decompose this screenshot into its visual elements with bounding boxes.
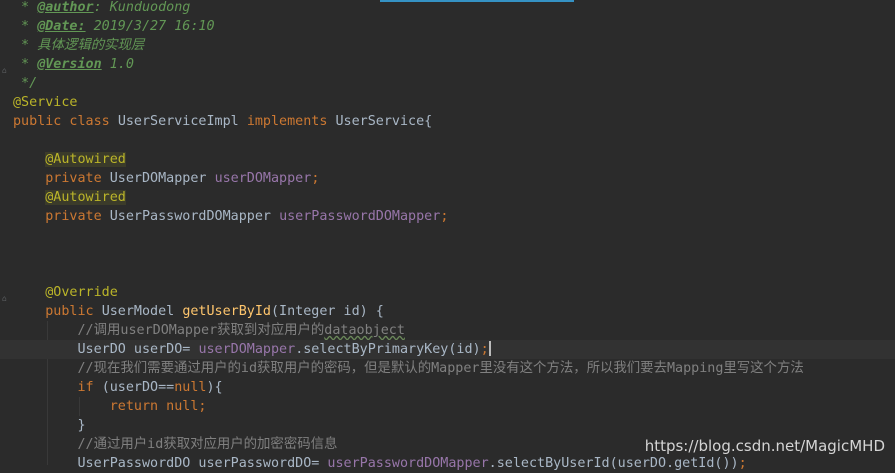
- code-token: getUserById: [182, 304, 271, 319]
- code-token: ;: [480, 342, 489, 357]
- code-token: UserModel: [101, 304, 183, 319]
- code-line[interactable]: * 具体逻辑的实现层: [0, 36, 895, 55]
- code-token: userDOMapper: [198, 342, 296, 357]
- code-token: *: [13, 57, 38, 72]
- code-token: (userDO==: [101, 380, 175, 395]
- code-line[interactable]: @Override: [0, 283, 895, 302]
- code-token: }: [13, 418, 86, 433]
- code-token: private: [13, 171, 110, 186]
- code-token: .selectByUserId(userDO.getId()): [488, 456, 739, 471]
- code-token: ){: [206, 380, 223, 395]
- code-token: ;: [738, 456, 747, 471]
- code-token: @Date:: [37, 19, 86, 34]
- code-token: :: [93, 0, 110, 15]
- code-token: userPasswordDOMapper: [279, 209, 441, 224]
- code-token: UserDOMapper: [109, 171, 215, 186]
- code-line[interactable]: public UserModel getUserById(Integer id)…: [0, 302, 895, 321]
- code-token: //通过用户id获取对应用户的加密密码信息: [13, 437, 338, 452]
- code-token: implements: [246, 114, 336, 129]
- code-line[interactable]: [0, 226, 895, 245]
- code-token: @Version: [37, 57, 102, 72]
- code-token: public: [13, 304, 102, 319]
- code-line[interactable]: if (userDO==null){: [0, 378, 895, 397]
- code-token: userDOMapper: [214, 171, 312, 186]
- code-line[interactable]: //调用userDOMapper获取到对应用户的dataobject: [0, 321, 895, 340]
- code-line[interactable]: [0, 264, 895, 283]
- code-line[interactable]: @Service: [0, 93, 895, 112]
- code-line[interactable]: return null;: [0, 397, 895, 416]
- code-token: Kunduodong: [109, 0, 191, 15]
- code-line[interactable]: * @Date: 2019/3/27 16:10: [0, 17, 895, 36]
- code-token: public class: [13, 114, 118, 129]
- code-line[interactable]: @Autowired: [0, 150, 895, 169]
- code-token: dataobject: [324, 323, 405, 338]
- code-token: 2019/3/27 16:10: [85, 19, 215, 34]
- code-token: ;: [311, 171, 320, 186]
- code-token: * 具体逻辑的实现层: [13, 38, 145, 53]
- code-line[interactable]: * @author: Kunduodong: [0, 0, 895, 17]
- code-line[interactable]: [0, 245, 895, 264]
- code-token: *: [13, 19, 38, 34]
- code-editor[interactable]: ⌂ ⌂ * @author: Kunduodong * @Date: 2019/…: [0, 0, 895, 471]
- code-token: @Override: [45, 285, 118, 300]
- code-token: UserService{: [335, 114, 433, 129]
- code-token: ;: [440, 209, 449, 224]
- code-line[interactable]: private UserDOMapper userDOMapper;: [0, 169, 895, 188]
- code-token: private: [13, 209, 110, 224]
- code-token: UserPasswordDOMapper: [109, 209, 280, 224]
- code-token: (Integer id) {: [271, 304, 384, 319]
- code-token: @author: [37, 0, 94, 15]
- code-token: null: [174, 380, 207, 395]
- code-token: //现在我们需要通过用户的id获取用户的密码，但是默认的Mapper里没有这个方…: [13, 361, 804, 376]
- code-line[interactable]: */: [0, 74, 895, 93]
- code-line[interactable]: UserPasswordDO userPasswordDO= userPassw…: [0, 454, 895, 473]
- code-line[interactable]: UserDO userDO= userDOMapper.selectByPrim…: [0, 340, 895, 359]
- code-token: UserPasswordDO userPasswordDO=: [13, 456, 328, 471]
- code-line[interactable]: * @Version 1.0: [0, 55, 895, 74]
- code-token: *: [13, 0, 38, 15]
- code-token: @Autowired: [45, 190, 126, 205]
- watermark-text: https://blog.csdn.net/MagicMHD: [644, 437, 885, 455]
- code-token: 1.0: [101, 57, 134, 72]
- code-line[interactable]: //现在我们需要通过用户的id获取用户的密码，但是默认的Mapper里没有这个方…: [0, 359, 895, 378]
- code-line[interactable]: public class UserServiceImpl implements …: [0, 112, 895, 131]
- code-token: return null;: [13, 399, 207, 414]
- code-token: .selectByPrimaryKey(id): [295, 342, 481, 357]
- code-token: //调用userDOMapper获取到对应用户的: [13, 323, 325, 338]
- code-token: @Autowired: [45, 152, 126, 167]
- code-line[interactable]: [0, 131, 895, 150]
- code-token: UserServiceImpl: [117, 114, 247, 129]
- code-token: */: [13, 76, 38, 91]
- code-token: if: [13, 380, 102, 395]
- code-line[interactable]: }: [0, 416, 895, 435]
- code-line[interactable]: @Autowired: [0, 188, 895, 207]
- text-caret: [488, 341, 491, 356]
- code-token: @Service: [13, 95, 78, 110]
- code-token: userPasswordDOMapper: [327, 456, 489, 471]
- code-token: UserDO userDO=: [13, 342, 199, 357]
- code-line[interactable]: private UserPasswordDOMapper userPasswor…: [0, 207, 895, 226]
